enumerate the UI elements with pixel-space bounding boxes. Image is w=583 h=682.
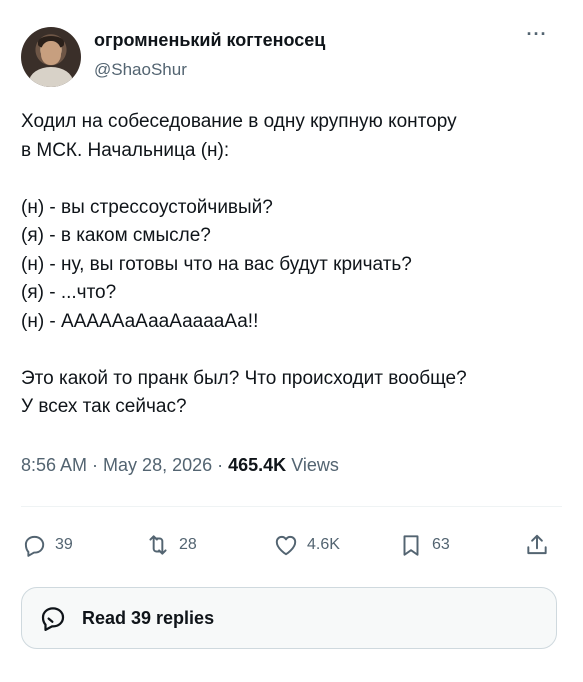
avatar-shoulders (29, 67, 73, 87)
tweet-date[interactable]: May 28, 2026 (103, 455, 212, 475)
retweet-icon (149, 535, 167, 555)
like-count: 4.6K (307, 536, 340, 553)
bookmark-count: 63 (432, 536, 450, 553)
author-display-name[interactable]: огромненький когтеносец (94, 30, 325, 51)
retweet-count: 28 (179, 536, 197, 553)
reply-button[interactable]: 39 (21, 528, 73, 562)
divider (21, 506, 562, 507)
like-button[interactable]: 4.6K (273, 528, 340, 562)
bookmark-button[interactable]: 63 (398, 528, 450, 562)
bookmark-icon (403, 535, 419, 556)
avatar[interactable] (21, 27, 81, 87)
read-replies-button[interactable]: Read 39 replies (21, 587, 557, 649)
tweet-line: (н) - ну, вы готовы что на вас будут кри… (21, 253, 412, 275)
meta-separator: · (87, 455, 104, 475)
heart-icon (275, 535, 297, 556)
tweet-meta: 8:56 AM · May 28, 2026 · 465.4K Views (21, 455, 339, 476)
tweet-card: огромненький когтеносец @ShaoShur ··· Хо… (0, 0, 583, 682)
more-options-icon[interactable]: ··· (522, 22, 552, 46)
reply-bubble-icon (41, 607, 65, 631)
share-icon (527, 534, 547, 555)
reply-icon (24, 535, 45, 557)
tweet-line: (я) - в каком смысле? (21, 225, 211, 246)
meta-separator: · (212, 455, 229, 475)
retweet-button[interactable]: 28 (145, 528, 197, 562)
tweet-line: Ходил на собеседование в одну крупную ко… (21, 111, 457, 132)
avatar-face (41, 41, 61, 65)
tweet-line: Это какой то пранк был? Что происходит в… (21, 367, 467, 389)
tweet-line: (н) - вы стрессоустойчивый? (21, 196, 273, 218)
author-handle[interactable]: @ShaoShur (94, 60, 187, 80)
tweet-line: в МСК. Начальница (н): (21, 139, 230, 161)
tweet-line: (я) - ...что? (21, 282, 117, 303)
tweet-line: (н) - АААААаАааАааааАа!! (21, 310, 259, 332)
reply-count: 39 (55, 536, 73, 553)
views-count[interactable]: 465.4K (228, 455, 286, 475)
read-replies-label: Read 39 replies (82, 607, 215, 628)
action-bar: 39 28 4.6K 63 (21, 528, 561, 562)
share-button[interactable] (524, 528, 550, 562)
tweet-time[interactable]: 8:56 AM (21, 455, 87, 475)
views-label: Views (291, 455, 339, 475)
tweet-line: У всех так сейчас? (21, 396, 187, 417)
tweet-text: Ходил на собеседование в одну крупную ко… (21, 108, 561, 422)
